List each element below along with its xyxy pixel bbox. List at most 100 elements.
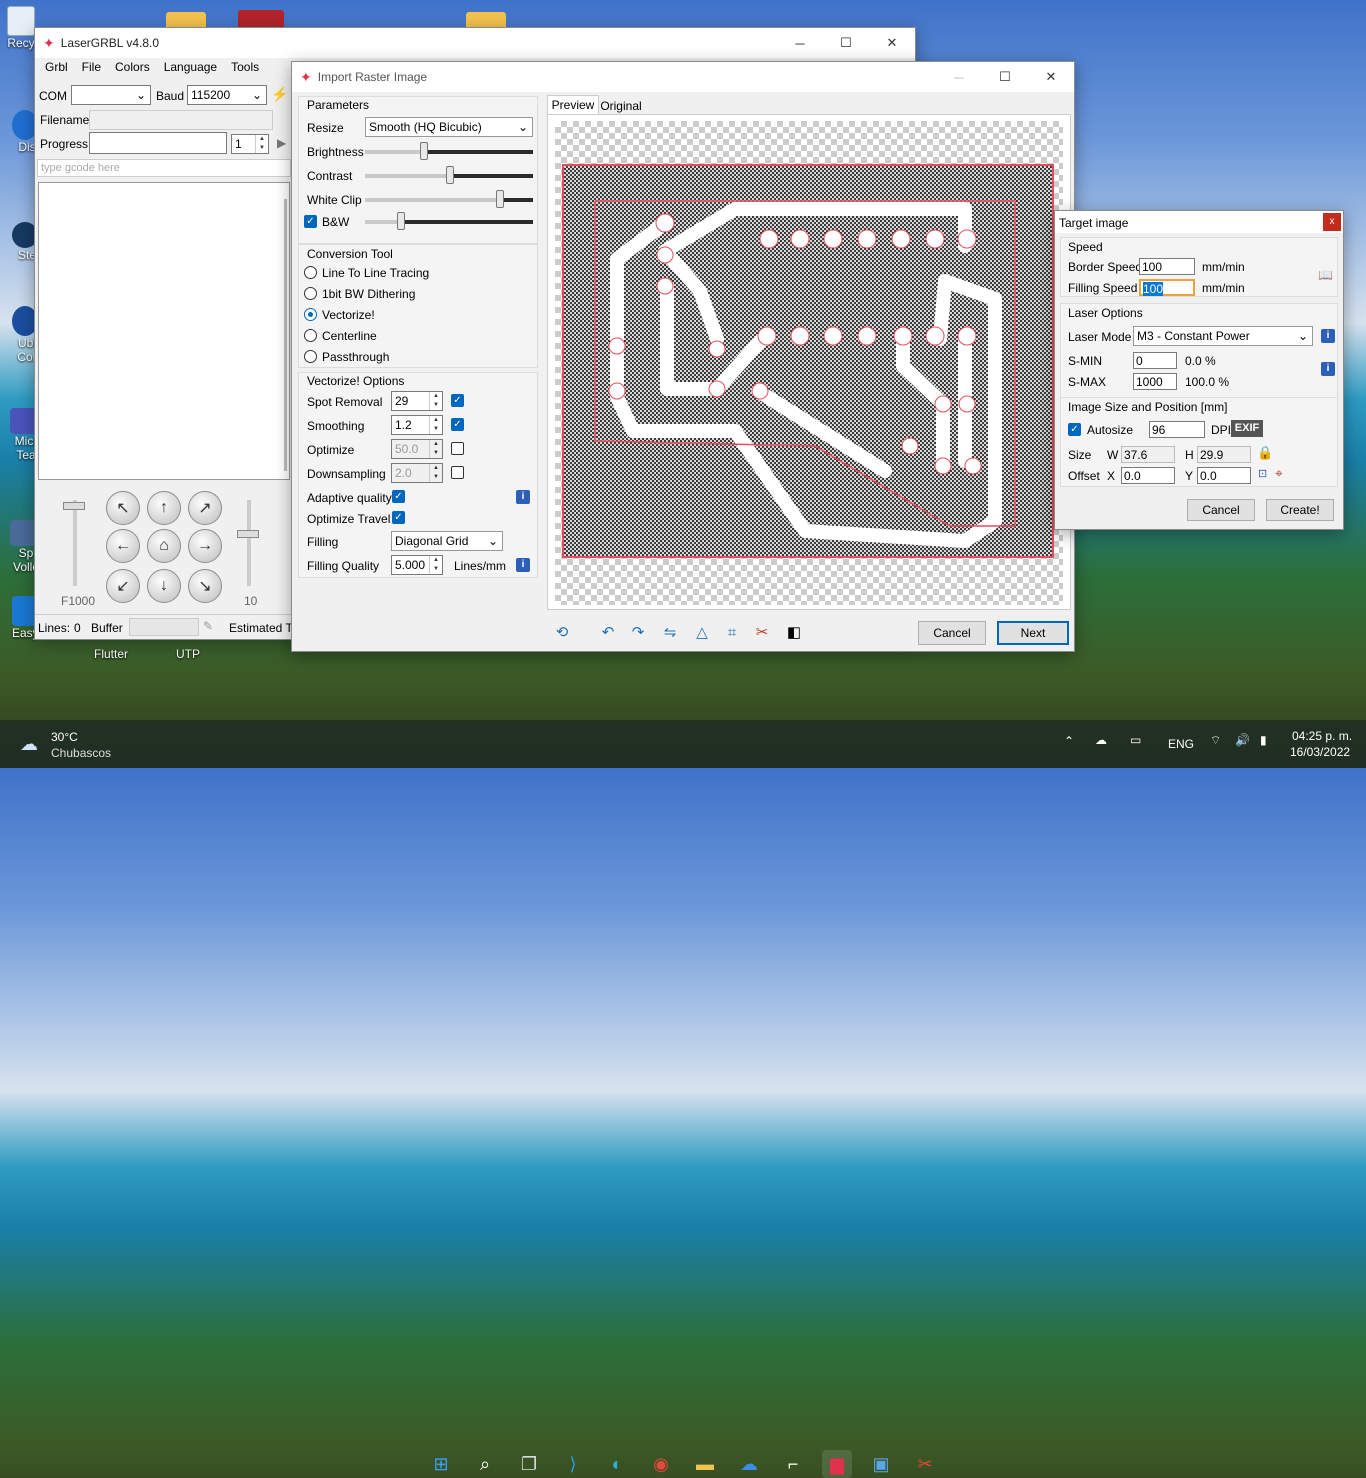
flutter-label[interactable]: Flutter: [94, 647, 128, 661]
rotate-cw-icon[interactable]: ↷: [626, 620, 650, 644]
scrollbar[interactable]: [284, 199, 287, 471]
exif-button[interactable]: EXIF: [1231, 420, 1263, 437]
smoothing-checkbox[interactable]: ✓: [451, 418, 464, 431]
minimize-icon[interactable]: ─: [936, 62, 982, 92]
offset-x-input[interactable]: 0.0: [1121, 467, 1175, 484]
flip-vertical-icon[interactable]: △: [690, 620, 714, 644]
cloud-app-icon[interactable]: ☁: [734, 1450, 764, 1478]
weather-temp[interactable]: 30°C: [51, 730, 78, 744]
eraser-icon[interactable]: ✎: [203, 619, 213, 633]
tab-original[interactable]: Original: [600, 98, 642, 115]
radio-dithering[interactable]: [304, 287, 317, 300]
optimize-checkbox[interactable]: [451, 442, 464, 455]
spot-removal-checkbox[interactable]: ✓: [451, 394, 464, 407]
filling-speed-input[interactable]: 100: [1139, 279, 1195, 296]
recycle-bin-icon[interactable]: Recy: [4, 6, 38, 50]
import-cancel-button[interactable]: Cancel: [918, 621, 986, 645]
clock-date[interactable]: 16/03/2022: [1290, 745, 1350, 759]
filling-select[interactable]: Diagonal Grid ⌄: [391, 531, 503, 551]
bw-checkbox[interactable]: ✓: [304, 215, 317, 228]
weather-desc[interactable]: Chubascos: [51, 746, 111, 760]
jog-nw-button[interactable]: ↖: [106, 491, 140, 525]
smax-input[interactable]: 1000: [1133, 373, 1177, 390]
rotate-icon[interactable]: ⟲: [550, 620, 574, 644]
center-icon[interactable]: ⊡: [1258, 467, 1267, 480]
radio-line-to-line[interactable]: [304, 266, 317, 279]
clock-time[interactable]: 04:25 p. m.: [1292, 729, 1352, 743]
jog-sw-button[interactable]: ↙: [106, 569, 140, 603]
invert-icon[interactable]: ◧: [782, 620, 806, 644]
menu-file[interactable]: File: [82, 60, 101, 74]
chevron-up-icon[interactable]: ⌃: [1064, 734, 1074, 748]
width-input[interactable]: 37.6: [1121, 446, 1175, 463]
create-button[interactable]: Create!: [1266, 499, 1334, 521]
gcode-input[interactable]: type gcode here: [37, 159, 291, 177]
radio-vectorize[interactable]: [304, 308, 317, 321]
menu-tools[interactable]: Tools: [231, 60, 259, 74]
volume-icon[interactable]: 🔊: [1235, 733, 1250, 747]
smoothing-spin[interactable]: 1.2 ▲ ▼: [391, 415, 443, 435]
search-icon[interactable]: ⌕: [470, 1450, 500, 1478]
lock-icon[interactable]: 🔒: [1257, 445, 1273, 461]
jog-w-button[interactable]: ←: [106, 529, 140, 563]
wifi-icon[interactable]: ⌔: [1210, 733, 1221, 748]
baud-select[interactable]: 115200 ⌄: [187, 85, 267, 105]
close-icon[interactable]: ✕: [1028, 62, 1074, 92]
offset-y-input[interactable]: 0.0: [1197, 467, 1251, 484]
utp-label[interactable]: UTP: [176, 647, 200, 661]
jog-s-button[interactable]: ↓: [147, 569, 181, 603]
flip-horizontal-icon[interactable]: ⇋: [658, 620, 682, 644]
home-button[interactable]: ⌂: [147, 529, 181, 563]
speed-slider-thumb[interactable]: [63, 502, 85, 510]
radio-passthrough[interactable]: [304, 350, 317, 363]
app-icon[interactable]: ⌐: [778, 1450, 808, 1478]
file-explorer-icon[interactable]: ▬: [690, 1450, 720, 1478]
filling-quality-spin[interactable]: 5.000 ▲ ▼: [391, 555, 443, 575]
step-slider-thumb[interactable]: [237, 530, 259, 538]
speed-slider-track[interactable]: [73, 500, 77, 586]
bw-thumb[interactable]: [397, 212, 405, 230]
rotate-ccw-icon[interactable]: ↶: [596, 620, 620, 644]
contrast-thumb[interactable]: [446, 166, 454, 184]
height-input[interactable]: 29.9: [1197, 446, 1251, 463]
info-icon[interactable]: i: [516, 490, 530, 504]
spot-removal-spin[interactable]: 29 ▲ ▼: [391, 391, 443, 411]
chrome-icon[interactable]: ◉: [646, 1450, 676, 1478]
photos-icon[interactable]: ▣: [866, 1450, 896, 1478]
info-icon[interactable]: i: [516, 558, 530, 572]
adaptive-quality-checkbox[interactable]: ✓: [392, 490, 405, 503]
task-view-icon[interactable]: ❐: [514, 1450, 544, 1478]
maximize-icon[interactable]: ☐: [982, 62, 1028, 92]
laser-mode-select[interactable]: M3 - Constant Power ⌄: [1133, 326, 1313, 346]
edge-icon[interactable]: ◐: [602, 1450, 632, 1478]
crop-icon[interactable]: ⌗: [720, 620, 744, 644]
downsampling-spin[interactable]: 2.0 ▲ ▼: [391, 463, 443, 483]
vscode-icon[interactable]: ⟩: [558, 1450, 588, 1478]
radio-centerline[interactable]: [304, 329, 317, 342]
start-icon[interactable]: ⊞: [426, 1450, 456, 1478]
resize-select[interactable]: Smooth (HQ Bicubic) ⌄: [365, 117, 533, 137]
book-icon[interactable]: 📖: [1318, 268, 1333, 282]
autosize-checkbox[interactable]: ✓: [1068, 423, 1081, 436]
jog-se-button[interactable]: ↘: [188, 569, 222, 603]
progress-spin[interactable]: 1 ▲ ▼: [231, 134, 269, 154]
battery-icon[interactable]: ▮: [1260, 733, 1267, 747]
gcode-list[interactable]: [38, 182, 290, 480]
close-icon[interactable]: x: [1323, 213, 1341, 231]
jog-n-button[interactable]: ↑: [147, 491, 181, 525]
play-icon[interactable]: ▶: [277, 136, 286, 150]
border-speed-input[interactable]: 100: [1139, 258, 1195, 275]
language-indicator[interactable]: ENG: [1168, 737, 1194, 751]
info-icon[interactable]: i: [1321, 329, 1335, 343]
close-icon[interactable]: ✕: [869, 28, 915, 58]
brightness-thumb[interactable]: [420, 142, 428, 160]
crosshair-icon[interactable]: ⌖: [1275, 465, 1283, 482]
onedrive-icon[interactable]: ☁: [1095, 733, 1107, 747]
keyboard-icon[interactable]: ▭: [1130, 733, 1141, 747]
connect-icon[interactable]: ⚡: [271, 86, 288, 103]
menu-colors[interactable]: Colors: [115, 60, 150, 74]
info-icon[interactable]: i: [1321, 362, 1335, 376]
snip-icon[interactable]: ✂: [910, 1450, 940, 1478]
whiteclip-slider[interactable]: [365, 198, 533, 202]
whiteclip-thumb[interactable]: [496, 190, 504, 208]
